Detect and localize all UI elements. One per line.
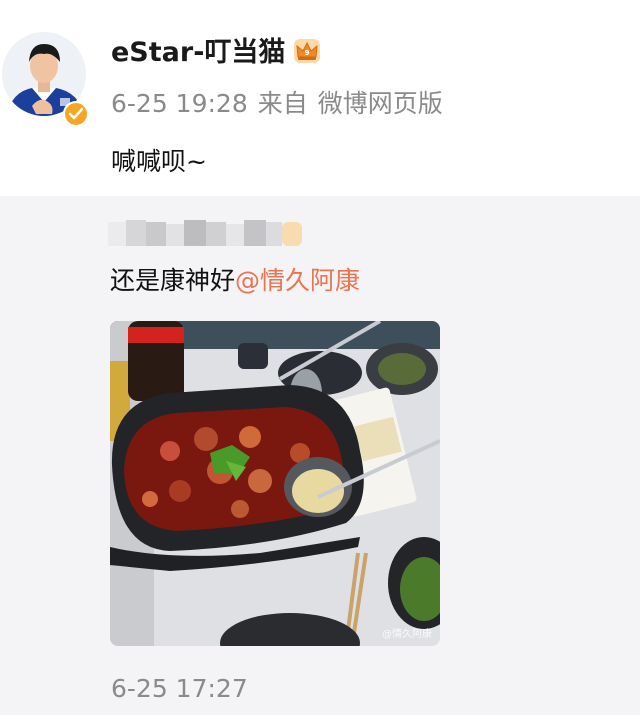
reposted-content[interactable]: 还是康神好@情久阿康 @情久阿康 6-25 17:27	[0, 196, 640, 715]
post-text: 喊喊呗~	[111, 147, 207, 176]
post-meta: 6-25 19:28 来自 微博网页版	[111, 84, 443, 120]
post-date: 6-25 19:28	[111, 89, 248, 118]
repost-text: 还是康神好@情久阿康	[110, 261, 360, 297]
repost-time: 6-25 17:27	[111, 674, 248, 703]
post-source[interactable]: 微博网页版	[318, 89, 443, 118]
food-photo[interactable]: @情久阿康	[110, 321, 440, 646]
image-watermark: @情久阿康	[382, 629, 432, 640]
hotpot-image	[110, 321, 440, 646]
username[interactable]: eStar-叮当猫	[111, 30, 285, 69]
source-prefix: 来自	[257, 89, 308, 118]
blurred-username	[108, 220, 302, 246]
original-post: eStar-叮当猫 9 6-25 19:28 来自 微博网页版 喊喊呗~	[0, 0, 640, 196]
user-avatar[interactable]	[2, 22, 90, 130]
svg-text:9: 9	[305, 49, 310, 57]
mention-link[interactable]: @情久阿康	[235, 266, 360, 295]
vip-crown-icon[interactable]: 9	[292, 36, 322, 66]
repost-body: 还是康神好	[110, 266, 236, 295]
